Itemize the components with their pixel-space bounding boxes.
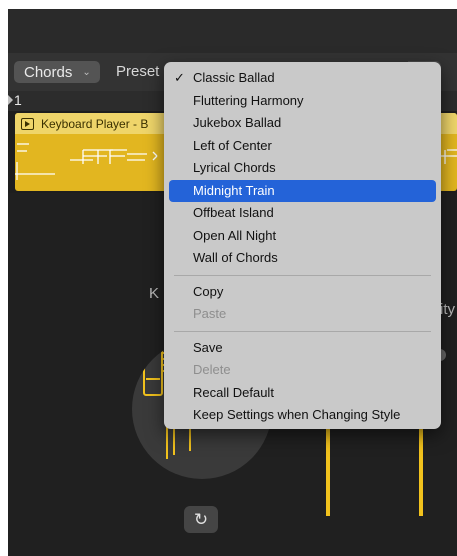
menu-item-label: Midnight Train <box>193 182 275 198</box>
refresh-icon: ↻ <box>193 509 209 529</box>
menu-item-label: Copy <box>193 283 224 299</box>
menu-item-label: Classic Ballad <box>193 70 275 85</box>
menu-item: Paste <box>169 303 436 326</box>
menu-item[interactable]: Lyrical Chords <box>169 157 436 180</box>
app-window: Chords ⌄ Preset 1 Keyboard Player - B K … <box>8 9 457 556</box>
refresh-button[interactable]: ↻ <box>184 506 218 533</box>
menu-item-label: Lyrical Chords <box>193 160 276 175</box>
chords-popup-button[interactable]: Chords ⌄ <box>14 61 100 83</box>
velocity-bar-1 <box>326 419 330 516</box>
menu-item-label: Fluttering Harmony <box>193 92 304 108</box>
menu-item-label: Left of Center <box>193 137 272 153</box>
playhead-marker-icon <box>8 95 13 105</box>
menu-item: Delete <box>169 359 436 382</box>
preset-menu: ✓ Classic Ballad Fluttering Harmony Jukebox… <box>164 62 441 429</box>
menu-item-label: Paste <box>193 306 227 321</box>
menu-item[interactable]: Jukebox Ballad <box>169 112 436 135</box>
menu-item-label: Offbeat Island <box>193 205 274 220</box>
menu-item[interactable]: Fluttering Harmony <box>169 90 436 113</box>
checkmark-icon: ✓ <box>174 70 185 85</box>
menu-item-label: Delete <box>193 362 231 377</box>
preset-label: Preset <box>116 63 160 80</box>
window-toolbar <box>8 9 457 53</box>
menu-item[interactable]: Offbeat Island <box>169 202 436 225</box>
menu-item[interactable]: Wall of Chords <box>169 247 436 270</box>
menu-item-label: Jukebox Ballad <box>193 115 282 130</box>
menu-item[interactable]: Save <box>169 337 436 360</box>
menu-item-label: Recall Default <box>193 384 274 400</box>
menu-item-label: Open All Night <box>193 227 277 243</box>
menu-item[interactable]: Keep Settings when Changing Style <box>169 404 436 427</box>
velocity-bar-2 <box>419 419 423 516</box>
menu-item[interactable]: ✓ Classic Ballad <box>169 67 436 90</box>
region-title: Keyboard Player - B <box>41 116 149 131</box>
menu-item[interactable]: Midnight Train <box>169 179 436 202</box>
left-param-label: K <box>149 285 160 302</box>
menu-item[interactable]: Recall Default <box>169 382 436 405</box>
region-play-icon[interactable] <box>21 117 34 130</box>
menu-item-label: Keep Settings when Changing Style <box>193 407 401 422</box>
menu-separator <box>174 330 431 332</box>
menu-item-label: Wall of Chords <box>193 250 278 265</box>
right-param-label: ity <box>440 301 455 318</box>
menu-item[interactable]: Left of Center <box>169 135 436 158</box>
menu-item[interactable]: Copy <box>169 281 436 304</box>
menu-item[interactable]: Open All Night <box>169 225 436 248</box>
menu-separator <box>174 274 431 276</box>
chevron-down-icon: ⌄ <box>82 66 91 78</box>
menu-item-label: Save <box>193 339 223 355</box>
bar-number: 1 <box>14 92 22 108</box>
chords-label: Chords <box>24 63 73 81</box>
